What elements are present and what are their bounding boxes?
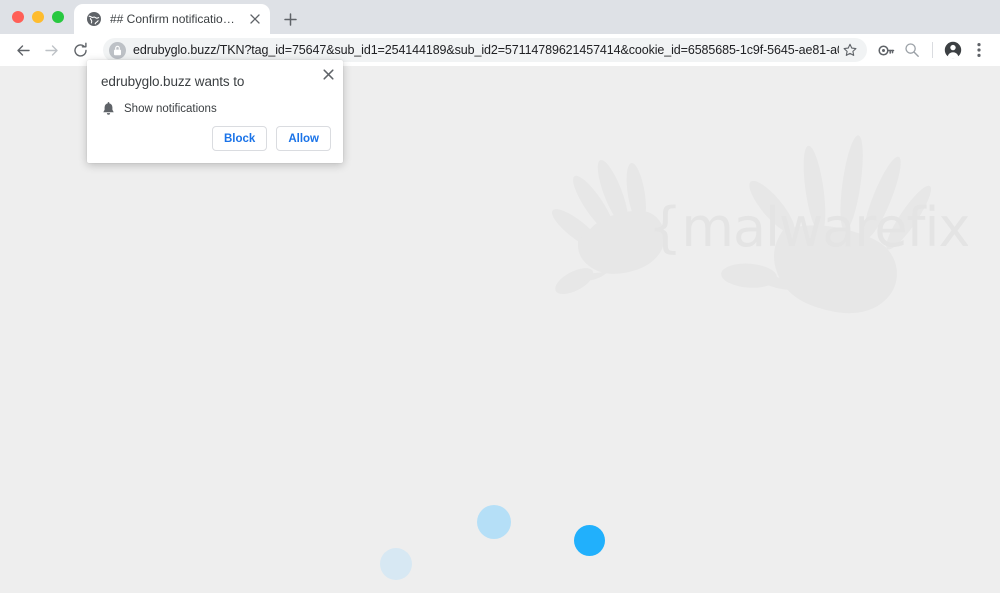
dialog-heading: edrubyglo.buzz wants to [101, 74, 245, 89]
tab-close-icon[interactable] [246, 10, 264, 28]
dialog-actions: Block Allow [212, 126, 331, 151]
tab-title: ## Confirm notifications ## [110, 12, 240, 26]
browser-window: ## Confirm notifications ## edrubyglo.bu… [0, 0, 1000, 593]
svg-text:{malwarefixes}: {malwarefixes} [648, 196, 968, 259]
loading-dot-2 [477, 505, 511, 539]
handprint-icon: {malwarefixes} [548, 128, 1000, 328]
window-maximize-button[interactable] [52, 11, 64, 23]
close-icon[interactable] [319, 65, 337, 83]
loading-dot-3 [574, 525, 605, 556]
address-bar[interactable]: edrubyglo.buzz/TKN?tag_id=75647&sub_id1=… [103, 38, 867, 62]
url-text: edrubyglo.buzz/TKN?tag_id=75647&sub_id1=… [133, 42, 839, 57]
window-close-button[interactable] [12, 11, 24, 23]
bookmark-star-icon[interactable] [839, 39, 861, 61]
extension-icon[interactable] [873, 37, 899, 63]
block-button[interactable]: Block [212, 126, 268, 151]
back-button[interactable] [10, 37, 36, 63]
globe-icon [86, 11, 102, 27]
window-minimize-button[interactable] [32, 11, 44, 23]
notification-permission-dialog: edrubyglo.buzz wants to Show notificatio… [87, 60, 343, 163]
permission-label: Show notifications [124, 103, 217, 115]
toolbar-divider [932, 42, 933, 58]
new-tab-button[interactable] [276, 5, 304, 33]
bell-icon [101, 101, 115, 117]
profile-avatar-icon[interactable] [940, 37, 966, 63]
three-dot-menu-icon[interactable] [966, 37, 992, 63]
browser-tab[interactable]: ## Confirm notifications ## [74, 4, 270, 34]
window-controls [0, 11, 74, 34]
permission-row: Show notifications [101, 101, 217, 117]
forward-button[interactable] [38, 37, 64, 63]
allow-button[interactable]: Allow [276, 126, 331, 151]
loading-dot-1 [380, 548, 412, 580]
lock-icon[interactable] [109, 41, 126, 59]
zoom-search-icon[interactable] [899, 37, 925, 63]
tab-strip: ## Confirm notifications ## [0, 0, 1000, 34]
